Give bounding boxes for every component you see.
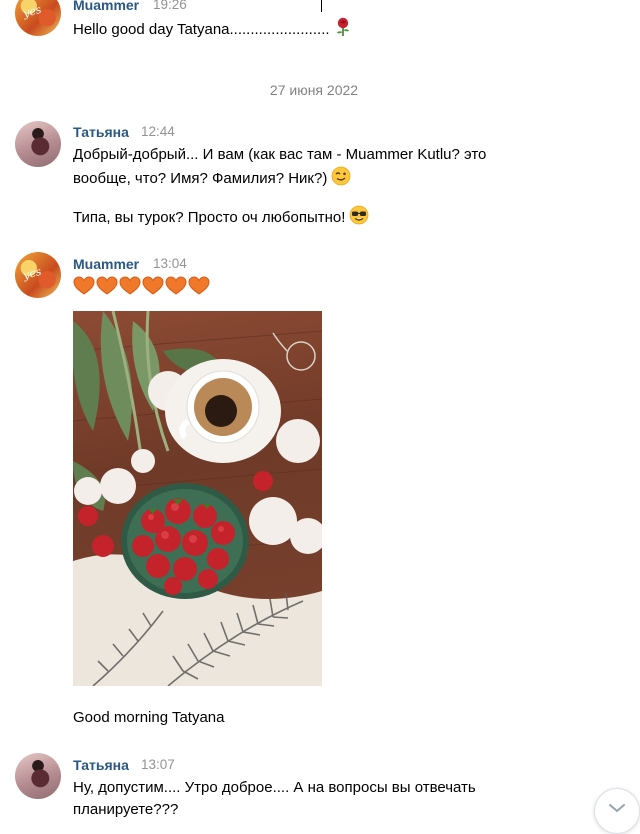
message-line: планируете??? — [73, 801, 179, 818]
avatar-tatyana[interactable] — [15, 121, 61, 167]
heart-icon — [142, 276, 164, 301]
message-text: вообще, что? Имя? Фамилия? Ник?) — [73, 166, 351, 193]
message-line: вообще, что? Имя? Фамилия? Ник?) — [73, 170, 328, 187]
message-time[interactable]: 19:26 — [153, 0, 187, 12]
avatar-muammer[interactable]: yes — [15, 252, 61, 298]
text-cursor — [321, 0, 322, 12]
message-time[interactable]: 12:44 — [141, 124, 175, 139]
message-line: Hello good day Tatyana..................… — [73, 21, 330, 38]
avatar-muammer[interactable]: yes — [15, 0, 61, 36]
winking-face-icon — [331, 166, 351, 193]
attached-photo[interactable] — [73, 311, 322, 686]
message-line: Типа, вы турок? Просто оч любопытно! — [73, 209, 346, 226]
hearts-row — [73, 276, 211, 301]
message-text: Типа, вы турок? Просто оч любопытно! — [73, 205, 369, 232]
sender-name[interactable]: Muammer — [73, 0, 139, 13]
heart-icon — [96, 276, 118, 301]
sender-name[interactable]: Татьяна — [73, 124, 129, 140]
scroll-to-bottom-button[interactable] — [594, 788, 640, 834]
photo-caption: Good morning Tatyana — [73, 709, 225, 726]
message-line: Добрый-добрый... И вам (как вас там - Mu… — [73, 146, 487, 163]
message-time[interactable]: 13:07 — [141, 757, 175, 772]
chevron-down-icon — [609, 804, 625, 812]
heart-icon — [73, 276, 95, 301]
rose-icon — [334, 17, 352, 44]
date-separator: 27 июня 2022 — [269, 82, 359, 98]
message-time[interactable]: 13:04 — [153, 256, 187, 271]
avatar-text: yes — [21, 2, 43, 21]
sender-name[interactable]: Muammer — [73, 256, 139, 272]
message-text: Hello good day Tatyana..................… — [73, 17, 352, 44]
avatar-tatyana[interactable] — [15, 753, 61, 799]
message-line: Ну, допустим.... Утро доброе.... А на во… — [73, 779, 476, 796]
sender-name[interactable]: Татьяна — [73, 757, 129, 773]
coffee-strawberries-illustration — [73, 311, 322, 686]
heart-icon — [165, 276, 187, 301]
nerd-face-icon — [349, 205, 369, 232]
avatar-text: yes — [21, 264, 43, 283]
heart-icon — [188, 276, 210, 301]
heart-icon — [119, 276, 141, 301]
